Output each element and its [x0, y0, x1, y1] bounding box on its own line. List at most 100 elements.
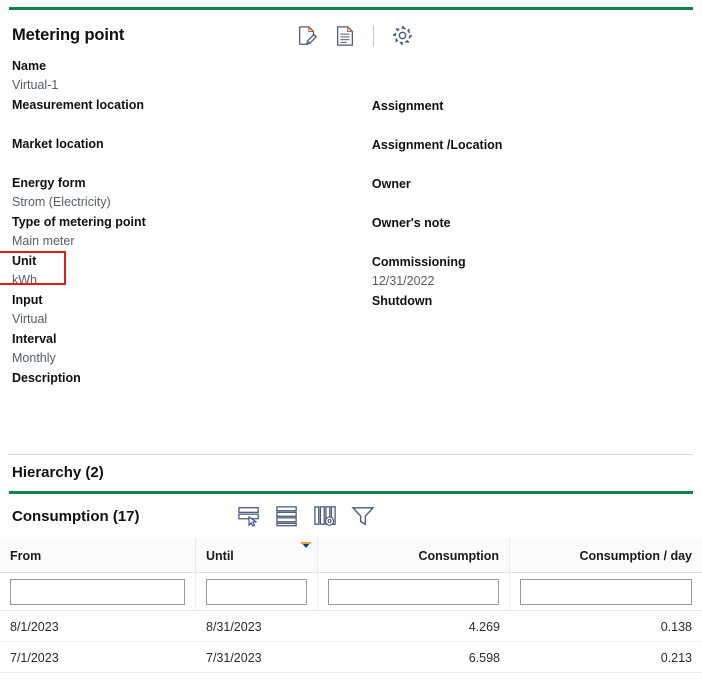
edit-document-icon[interactable]: [294, 23, 320, 49]
column-header-label: Until: [206, 548, 234, 563]
rows-list-icon[interactable]: [274, 503, 300, 529]
section-hierarchy-title: Hierarchy (2): [12, 464, 104, 481]
field-label: Commissioning: [371, 255, 466, 269]
filter-input-until[interactable]: [206, 579, 307, 605]
field-label: Market location: [12, 137, 104, 151]
field-value: [12, 388, 372, 407]
cell-consumption-per-day: 0.138: [660, 619, 692, 634]
header-toolbar: [294, 23, 415, 49]
consumption-table: From Until Consumption Consumption / day: [0, 538, 702, 681]
cell-consumption: 5.577: [318, 673, 510, 681]
filter-input-from[interactable]: [10, 579, 185, 605]
field-label: Description: [12, 371, 81, 385]
field-value: [372, 116, 690, 135]
table-row[interactable]: 7/1/2023 7/31/2023 6.598 0.213: [0, 642, 702, 673]
field-owners-note: Owner's note: [372, 213, 690, 252]
filter-cell-from: [0, 573, 196, 611]
field-shutdown: Shutdown: [372, 291, 690, 330]
filter-row: [0, 573, 702, 611]
field-label: Name: [12, 59, 47, 73]
cell-consumption-per-day: 0.213: [660, 650, 692, 665]
field-label: Owner's note: [371, 216, 451, 230]
filter-cell-until: [196, 573, 318, 611]
field-label: Type of metering point: [12, 215, 146, 229]
cell-consumption-per-day: 0.186: [510, 673, 702, 681]
column-header-consumption-per-day[interactable]: Consumption / day: [510, 538, 702, 573]
section-hierarchy[interactable]: Hierarchy (2): [0, 455, 702, 491]
toolbar-divider: [373, 24, 375, 47]
column-header-consumption[interactable]: Consumption: [318, 538, 510, 573]
field-label: Assignment: [371, 99, 444, 113]
field-label: Assignment /Location: [371, 138, 503, 152]
field-name: Name Virtual-1: [12, 56, 372, 95]
column-header-from[interactable]: From: [0, 538, 196, 573]
cell-from: 8/1/2023: [10, 619, 59, 634]
column-header-until[interactable]: Until: [196, 538, 318, 573]
table-filter-row: [0, 573, 702, 611]
field-market-location: Market location: [12, 134, 372, 173]
field-label: Shutdown: [371, 294, 433, 308]
detail-column-right: Assignment Assignment /Location Owner Ow…: [372, 56, 690, 407]
field-value: [372, 311, 690, 330]
field-owner: Owner: [372, 174, 690, 213]
column-header-label: Consumption: [418, 548, 499, 563]
field-interval: Interval Monthly: [12, 329, 372, 368]
field-label: Energy form: [12, 176, 86, 190]
settings-gear-icon[interactable]: [389, 23, 415, 49]
column-settings-icon[interactable]: [312, 503, 338, 529]
field-energy-form: Energy form Strom (Electricity): [12, 173, 372, 212]
field-type-of-metering-point: Type of metering point Main meter: [12, 212, 372, 251]
field-assignment-location: Assignment /Location: [372, 135, 690, 174]
field-value: kWh: [12, 273, 37, 287]
field-value: Virtual-1: [12, 78, 59, 92]
section-consumption: Consumption (17): [0, 494, 702, 538]
field-value: Virtual: [12, 312, 48, 326]
filter-input-consumption-per-day[interactable]: [520, 579, 692, 605]
field-description: Description: [12, 368, 372, 407]
field-value: Monthly: [12, 351, 56, 365]
cell-from: 6/1/2023: [0, 673, 196, 681]
field-assignment: Assignment: [372, 96, 690, 135]
filter-input-consumption[interactable]: [328, 579, 499, 605]
filter-cell-consumption: [318, 573, 510, 611]
field-input: Input Virtual: [12, 290, 372, 329]
field-label: Measurement location: [12, 98, 144, 112]
field-value: Main meter: [12, 234, 75, 248]
field-label: Owner: [371, 177, 411, 191]
table-header-row: From Until Consumption Consumption / day: [0, 538, 702, 573]
sort-descending-icon: [301, 542, 311, 548]
field-commissioning: Commissioning 12/31/2022: [372, 252, 690, 291]
page-title: Metering point: [12, 26, 125, 44]
detail-column-left: Name Virtual-1 Measurement location Mark…: [12, 56, 372, 407]
field-label: Unit: [12, 254, 37, 268]
cell-consumption: 4.269: [468, 619, 500, 634]
column-header-label: Consumption / day: [579, 548, 693, 563]
document-icon[interactable]: [332, 23, 358, 49]
table-row[interactable]: 6/1/2023 6/30/2023 5.577 0.186: [0, 673, 702, 681]
field-value: [12, 154, 372, 173]
field-value: [372, 233, 690, 252]
cell-from: 7/1/2023: [10, 650, 59, 665]
consumption-toolbar: [236, 503, 376, 529]
select-row-icon[interactable]: [236, 503, 262, 529]
cell-until: 7/31/2023: [206, 650, 262, 665]
filter-funnel-icon[interactable]: [350, 503, 376, 529]
field-measurement-location: Measurement location: [12, 95, 372, 134]
table-row[interactable]: 8/1/2023 8/31/2023 4.269 0.138: [0, 611, 702, 642]
field-value: [12, 115, 372, 134]
field-value: 12/31/2022: [371, 274, 435, 288]
cell-consumption: 6.598: [468, 650, 500, 665]
cell-until: 6/30/2023: [196, 673, 318, 681]
field-value: [372, 194, 690, 213]
table-header: From Until Consumption Consumption / day: [0, 538, 702, 573]
column-header-label: From: [10, 548, 42, 563]
cell-until: 8/31/2023: [206, 619, 262, 634]
detail-fields: Name Virtual-1 Measurement location Mark…: [0, 52, 702, 407]
field-unit: Unit kWh: [12, 251, 372, 290]
table-body: 8/1/2023 8/31/2023 4.269 0.138 7/1/2023 …: [0, 611, 702, 681]
field-label: Interval: [12, 332, 57, 346]
panel-header: Metering point: [0, 10, 702, 52]
metering-point-page: Metering point Name Virtual-1 Measuremen…: [0, 7, 702, 681]
field-value: Strom (Electricity): [12, 195, 111, 209]
filter-cell-consumption-per-day: [510, 573, 702, 611]
